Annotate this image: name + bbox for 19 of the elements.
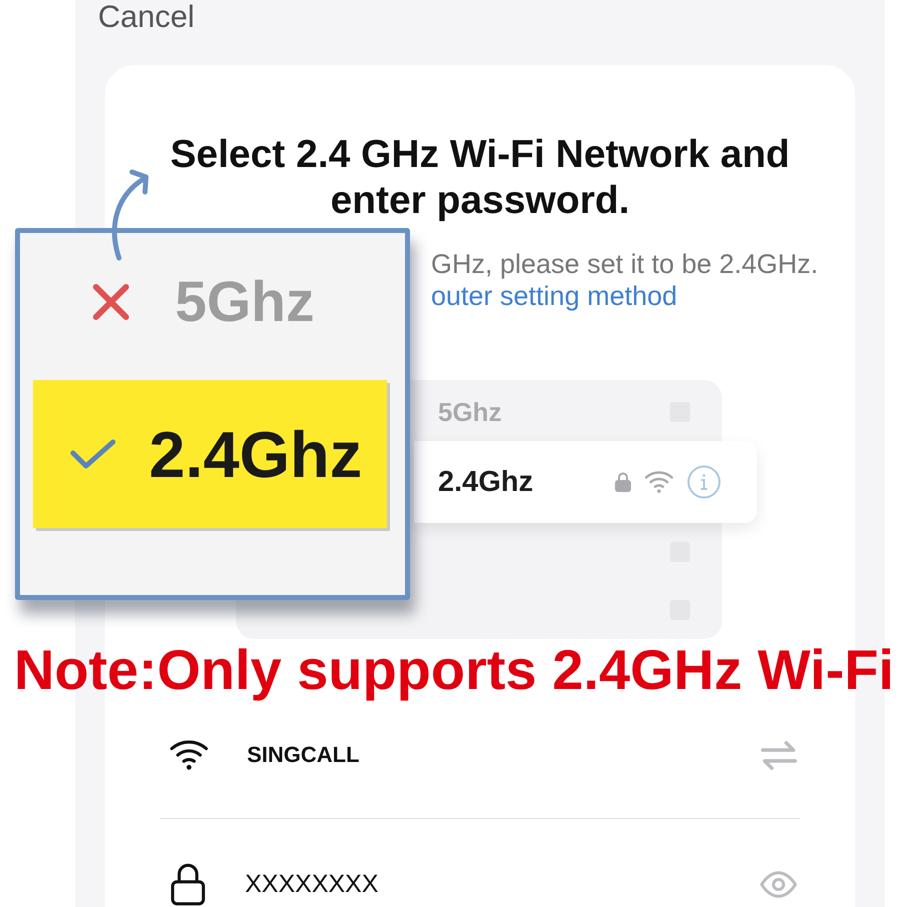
note-text: Note:Only supports 2.4GHz Wi-Fi xyxy=(14,640,894,700)
callout-label: 5Ghz xyxy=(175,269,314,335)
callout-label: 2.4Ghz xyxy=(149,416,362,492)
swap-arrows-icon[interactable] xyxy=(761,740,797,770)
network-row[interactable]: 2.4Ghz xyxy=(414,441,757,523)
dialog-title: Select 2.4 GHz Wi-Fi Network and enter password. xyxy=(169,132,791,224)
cancel-button[interactable]: Cancel xyxy=(98,0,194,34)
router-setting-link[interactable]: outer setting method xyxy=(431,280,678,312)
network-name: 5Ghz xyxy=(438,396,502,428)
wifi-icon xyxy=(645,470,673,494)
lock-icon xyxy=(615,472,631,492)
wifi-icon xyxy=(170,740,208,770)
password-field[interactable]: XXXXXXXX xyxy=(245,870,378,898)
hint-text: GHz, please set it to be 2.4GHz. xyxy=(431,248,818,280)
lock-icon xyxy=(170,862,206,906)
eye-icon[interactable] xyxy=(760,870,797,898)
info-icon[interactable] xyxy=(687,465,721,499)
wifi-name-field[interactable]: SINGCALL xyxy=(247,742,360,768)
network-name: 2.4Ghz xyxy=(438,466,534,498)
